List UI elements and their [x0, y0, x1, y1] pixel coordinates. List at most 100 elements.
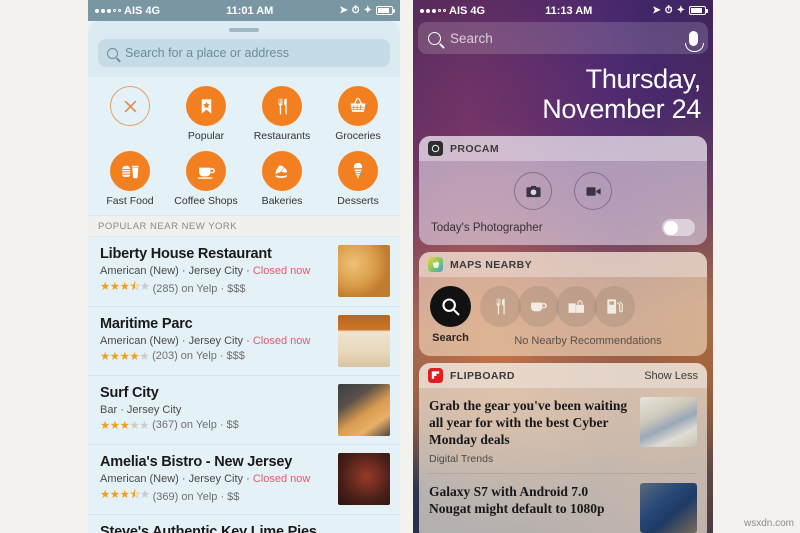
basket-icon	[338, 86, 378, 126]
star-rating-icon: ★★★★★	[100, 420, 150, 433]
procam-footer-label: Today's Photographer	[431, 221, 543, 234]
listing-source: on Yelp	[180, 419, 217, 432]
location-arrow-icon: ➤	[652, 5, 661, 16]
search-input[interactable]: Search for a place or address	[98, 39, 390, 67]
carrier-label: AIS	[124, 4, 143, 17]
coffee-cup-icon[interactable]	[518, 286, 559, 328]
search-sheet: Search for a place or address	[88, 21, 400, 77]
left-status-bar: AIS 4G 11:01 AM ➤ ⏱ ✦	[88, 0, 400, 21]
flipboard-icon	[428, 368, 443, 384]
battery-icon	[376, 6, 395, 15]
star-rating-icon: ★★★⯪★	[100, 281, 150, 294]
date-monthday: November 24	[542, 94, 701, 125]
procam-footer: Today's Photographer	[431, 219, 695, 237]
list-item[interactable]: Surf City Bar · Jersey City ★★★★★ (367) …	[88, 376, 400, 446]
article-item[interactable]: Galaxy S7 with Android 7.0 Nougat might …	[419, 474, 707, 533]
category-groceries[interactable]: Groceries	[320, 86, 396, 142]
widget-header: PROCAM	[419, 136, 707, 162]
photographer-toggle[interactable]	[662, 219, 695, 237]
listing-source: on Yelp	[181, 490, 218, 503]
carrier-label: AIS	[449, 4, 468, 17]
listing-thumbnail	[338, 453, 390, 506]
listing-price: $$	[226, 419, 239, 432]
search-icon	[430, 286, 471, 328]
right-status-left: AIS 4G	[420, 5, 485, 17]
spotlight-search-input[interactable]: Search	[418, 22, 708, 54]
search-icon	[428, 31, 441, 45]
listing-rating: ★★★★★ (367) on Yelp · $$	[100, 419, 239, 433]
listing-category: American (New)	[100, 473, 179, 486]
listing-reviews: (367)	[152, 419, 178, 432]
listing-city: Jersey City	[188, 473, 244, 486]
search-placeholder: Search for a place or address	[125, 46, 289, 60]
maps-right: No Nearby Recommendations	[480, 286, 696, 347]
fork-knife-icon	[262, 86, 302, 126]
category-row-1: Popular Restaurants Groceries	[92, 86, 396, 142]
list-item[interactable]: Steve's Authentic Key Lime Pies	[88, 515, 400, 533]
right-status-bar: AIS 4G 11:13 AM ➤ ⏱ ✦	[413, 0, 713, 21]
maps-search-button[interactable]: Search	[430, 286, 471, 344]
widget-flipboard: FLIPBOARD Show Less Grab the gear you've…	[419, 363, 707, 533]
burger-drink-icon	[110, 151, 150, 191]
article-thumbnail	[640, 397, 697, 448]
listing-name: Steve's Authentic Key Lime Pies	[100, 524, 317, 533]
camera-button[interactable]	[514, 172, 552, 211]
watermark: wsxdn.com	[743, 518, 794, 529]
category-restaurants[interactable]: Restaurants	[244, 86, 320, 142]
listing-thumbnail	[338, 245, 390, 297]
ice-cream-icon	[338, 151, 378, 191]
listing-price: $$$	[226, 350, 245, 363]
microphone-icon[interactable]	[685, 30, 704, 52]
list-item[interactable]: Amelia's Bistro - New Jersey American (N…	[88, 445, 400, 516]
star-rating-icon: ★★★⯪★	[100, 489, 150, 502]
category-label: Groceries	[335, 130, 381, 142]
article-text: Galaxy S7 with Android 7.0 Nougat might …	[429, 483, 631, 533]
fork-knife-icon[interactable]	[480, 286, 521, 328]
camera-icon	[525, 183, 542, 200]
listing-meta: American (New) · Jersey City · Closed no…	[100, 335, 311, 348]
star-rating-icon: ★★★★★	[100, 351, 150, 364]
show-less-button[interactable]: Show Less	[644, 370, 698, 382]
shopping-bag-icon[interactable]	[556, 286, 597, 328]
listing-thumbnail	[338, 315, 390, 368]
maps-icon	[428, 257, 443, 273]
widget-maps-nearby: MAPS NEARBY Search No Nearby Recommendat…	[419, 252, 707, 357]
category-popular[interactable]: Popular	[168, 86, 244, 142]
listing-reviews: (285)	[152, 282, 179, 295]
location-arrow-icon: ➤	[339, 5, 348, 16]
list-item[interactable]: Maritime Parc American (New) · Jersey Ci…	[88, 307, 400, 377]
clock-label: 11:13 AM	[545, 4, 593, 17]
listing-status: Closed now	[252, 335, 311, 348]
category-coffee-shops[interactable]: Coffee Shops	[168, 151, 244, 207]
bluetooth-icon: ✦	[676, 5, 685, 16]
listing-thumbnail	[338, 523, 390, 533]
listing-city: Jersey City	[126, 404, 182, 417]
gas-pump-icon[interactable]	[594, 286, 635, 328]
category-grid: Popular Restaurants Groceries Fast Food …	[88, 77, 400, 215]
listing-category: American (New)	[100, 265, 179, 278]
screenshot-stage: AIS 4G 11:01 AM ➤ ⏱ ✦ Search for a place…	[0, 0, 800, 533]
signal-dots-icon	[95, 8, 121, 13]
signal-dots-icon	[420, 8, 446, 13]
category-desserts[interactable]: Desserts	[320, 151, 396, 207]
listing-rating: ★★★★★ (203) on Yelp · $$$	[100, 350, 245, 364]
search-icon	[107, 47, 118, 59]
article-item[interactable]: Grab the gear you've been waiting all ye…	[419, 388, 707, 473]
widget-header: MAPS NEARBY	[419, 252, 707, 278]
video-button[interactable]	[574, 172, 612, 211]
listing-text: Maritime Parc American (New) · Jersey Ci…	[100, 315, 330, 363]
listing-text: Steve's Authentic Key Lime Pies	[100, 523, 330, 533]
right-phone-today-view: AIS 4G 11:13 AM ➤ ⏱ ✦ Search Thursday, N…	[413, 0, 713, 533]
category-bakeries[interactable]: Bakeries	[244, 151, 320, 207]
maps-body: Search No Nearby Recommendations	[419, 277, 707, 356]
category-close[interactable]	[92, 86, 168, 142]
category-fast-food[interactable]: Fast Food	[92, 151, 168, 207]
category-label: Bakeries	[261, 195, 303, 207]
listing-source: on Yelp	[181, 282, 218, 295]
article-title: Grab the gear you've been waiting all ye…	[429, 398, 628, 448]
sheet-grabber[interactable]	[229, 28, 259, 32]
procam-body: Today's Photographer	[419, 161, 707, 245]
listing-name: Amelia's Bistro - New Jersey	[100, 454, 293, 471]
procam-buttons	[431, 172, 695, 211]
list-item[interactable]: Liberty House Restaurant American (New) …	[88, 237, 400, 308]
